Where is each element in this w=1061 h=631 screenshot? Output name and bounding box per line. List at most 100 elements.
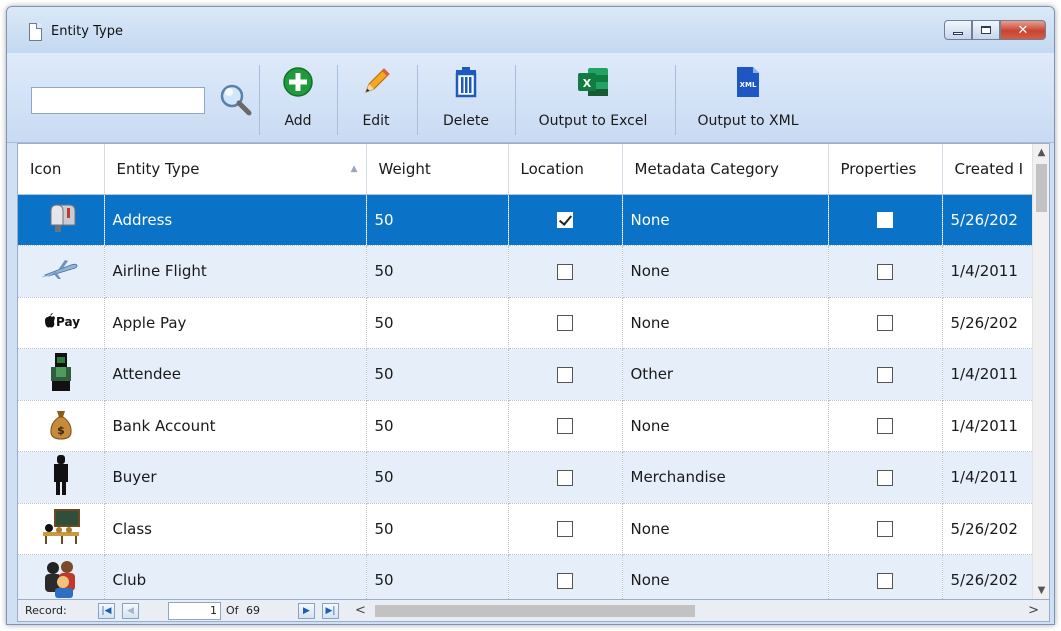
entity-type-cell: Address <box>104 194 367 246</box>
weight-cell: 50 <box>366 503 509 555</box>
location-cell <box>508 451 623 504</box>
scroll-left-icon[interactable]: < <box>355 602 366 620</box>
output-to-xml-button[interactable]: XML Output to XML <box>683 61 813 137</box>
weight-cell: 50 <box>366 348 509 401</box>
column-header-entity-type[interactable]: Entity Type ▲ <box>104 144 367 195</box>
classroom-icon <box>42 508 80 544</box>
table-row[interactable]: Pay Apple Pay 50 None 5/26/202 <box>18 297 1034 349</box>
table-row[interactable]: Club 50 None 5/26/202 <box>18 554 1034 599</box>
add-icon <box>281 65 315 99</box>
delete-button[interactable]: Delete <box>431 61 501 137</box>
maximize-icon <box>981 26 991 34</box>
add-label: Add <box>284 113 312 129</box>
toolbar-separator <box>259 65 260 135</box>
toolbar-separator <box>337 65 338 135</box>
attendee-icon <box>50 353 71 392</box>
column-header-metadata-category[interactable]: Metadata Category <box>622 144 829 195</box>
column-header-location[interactable]: Location <box>508 144 623 195</box>
properties-checkbox[interactable] <box>877 521 893 538</box>
person-silhouette-icon <box>53 455 68 496</box>
current-record-field[interactable]: 1 <box>168 602 221 620</box>
add-button[interactable]: Add <box>275 61 321 137</box>
vertical-scroll-thumb[interactable] <box>1036 164 1047 212</box>
table-row[interactable]: Attendee 50 Other 1/4/2011 <box>18 348 1034 401</box>
row-icon-cell <box>18 503 105 555</box>
weight-cell: 50 <box>366 451 509 504</box>
properties-cell <box>828 451 943 504</box>
properties-checkbox[interactable] <box>877 263 893 280</box>
xml-file-icon: XML <box>731 65 765 99</box>
row-icon-cell <box>18 554 105 599</box>
output-to-excel-button[interactable]: X Output to Excel <box>525 61 661 137</box>
horizontal-scroll-thumb[interactable] <box>375 605 695 617</box>
row-icon-cell <box>18 194 105 246</box>
location-cell <box>508 245 623 298</box>
next-record-button[interactable]: ▶ <box>298 603 315 619</box>
last-record-icon: ▶| <box>325 606 336 616</box>
sort-ascending-icon: ▲ <box>350 164 358 174</box>
table-row[interactable]: Airline Flight 50 None 1/4/2011 <box>18 245 1034 298</box>
column-header-properties[interactable]: Properties <box>828 144 943 195</box>
created-cell: 5/26/202 <box>942 503 1034 555</box>
location-checkbox[interactable] <box>557 263 573 280</box>
column-header-weight[interactable]: Weight <box>366 144 509 195</box>
column-header-icon[interactable]: Icon <box>18 144 105 195</box>
metadata-category-cell: None <box>622 245 829 298</box>
previous-record-icon: ◀ <box>127 606 134 616</box>
properties-cell <box>828 194 943 246</box>
location-checkbox[interactable] <box>557 418 573 435</box>
maximize-button[interactable] <box>972 20 1000 40</box>
output-to-xml-label: Output to XML <box>697 113 799 129</box>
toolbar-separator <box>515 65 516 135</box>
properties-cell <box>828 503 943 555</box>
properties-checkbox[interactable] <box>877 418 893 435</box>
search-input[interactable] <box>31 87 205 114</box>
horizontal-scrollbar[interactable]: < > <box>353 602 1043 620</box>
row-icon-cell: $ <box>18 400 105 452</box>
properties-checkbox[interactable] <box>877 572 893 589</box>
previous-record-button[interactable]: ◀ <box>122 603 139 619</box>
location-checkbox[interactable] <box>557 469 573 486</box>
table-row[interactable]: Class 50 None 5/26/202 <box>18 503 1034 555</box>
location-cell <box>508 503 623 555</box>
location-cell <box>508 297 623 349</box>
table-row[interactable]: Address 50 None 5/26/202 <box>18 194 1034 246</box>
apple-pay-icon: Pay <box>44 312 80 329</box>
properties-checkbox[interactable] <box>877 469 893 486</box>
excel-icon: X <box>576 65 610 99</box>
edit-button[interactable]: Edit <box>353 61 399 137</box>
record-total: 69 <box>246 604 260 617</box>
table-row[interactable]: $ Bank Account 50 None 1/4/2011 <box>18 400 1034 452</box>
table-row[interactable]: Buyer 50 Merchandise 1/4/2011 <box>18 451 1034 504</box>
scroll-down-icon[interactable]: ▼ <box>1033 582 1049 599</box>
group-icon <box>44 561 75 599</box>
metadata-category-cell: None <box>622 554 829 599</box>
properties-checkbox[interactable] <box>877 212 893 229</box>
properties-cell <box>828 348 943 401</box>
properties-checkbox[interactable] <box>877 315 893 332</box>
search-button[interactable] <box>218 82 252 116</box>
weight-cell: 50 <box>366 245 509 298</box>
mailbox-icon <box>50 204 76 232</box>
location-checkbox[interactable] <box>557 521 573 538</box>
location-checkbox[interactable] <box>557 315 573 332</box>
properties-checkbox[interactable] <box>877 366 893 383</box>
first-record-button[interactable]: |◀ <box>98 603 115 619</box>
scroll-right-icon[interactable]: > <box>1028 602 1039 620</box>
entity-type-cell: Buyer <box>104 451 367 504</box>
entity-type-cell: Apple Pay <box>104 297 367 349</box>
last-record-button[interactable]: ▶| <box>322 603 339 619</box>
vertical-scrollbar[interactable]: ▲ ▼ <box>1032 144 1049 599</box>
scroll-up-icon[interactable]: ▲ <box>1033 144 1049 161</box>
location-checkbox[interactable] <box>557 572 573 589</box>
properties-cell <box>828 297 943 349</box>
location-checkbox[interactable] <box>557 366 573 383</box>
created-cell: 1/4/2011 <box>942 400 1034 452</box>
minimize-button[interactable] <box>944 20 972 40</box>
row-icon-cell <box>18 348 105 401</box>
created-cell: 1/4/2011 <box>942 348 1034 401</box>
column-header-created[interactable]: Created I <box>942 144 1034 195</box>
close-button[interactable]: ✕ <box>1000 20 1046 40</box>
of-label: Of <box>226 604 239 617</box>
location-checkbox[interactable] <box>557 212 573 229</box>
